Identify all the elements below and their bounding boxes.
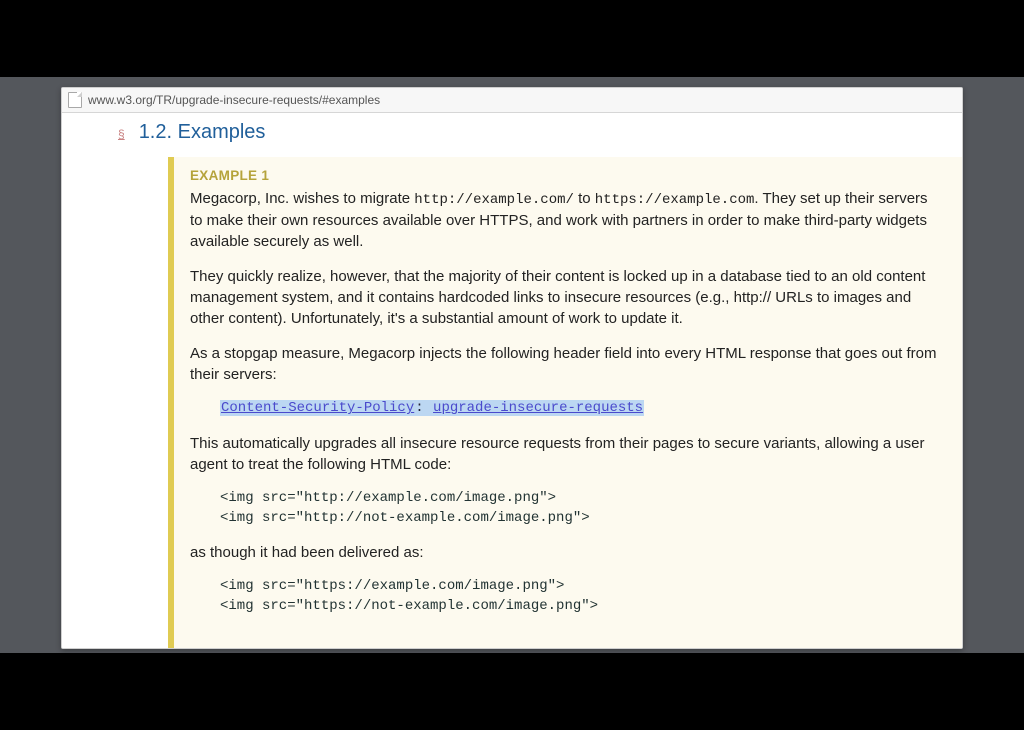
- section-heading: 1.2. Examples: [139, 121, 266, 144]
- section-anchor-link[interactable]: §: [118, 127, 125, 141]
- slide-area: www.w3.org/TR/upgrade-insecure-requests/…: [0, 77, 1024, 653]
- code-inline: http://example.com/: [414, 192, 574, 208]
- example-label: EXAMPLE 1: [190, 167, 940, 186]
- example-paragraph: as though it had been delivered as:: [190, 542, 940, 563]
- letterbox-bottom: [0, 653, 1024, 730]
- text: to: [574, 190, 595, 207]
- browser-window: www.w3.org/TR/upgrade-insecure-requests/…: [61, 87, 963, 649]
- letterbox-top: [0, 0, 1024, 77]
- page-content: § 1.2. Examples EXAMPLE 1 Megacorp, Inc.…: [62, 113, 962, 648]
- example-paragraph: Megacorp, Inc. wishes to migrate http://…: [190, 188, 940, 253]
- code-inline: https://example.com: [595, 192, 755, 208]
- code-after-block: <img src="https://example.com/image.png"…: [220, 577, 940, 616]
- text: Megacorp, Inc. wishes to migrate: [190, 190, 414, 207]
- example-paragraph: As a stopgap measure, Megacorp injects t…: [190, 343, 940, 385]
- example-paragraph: They quickly realize, however, that the …: [190, 266, 940, 329]
- csp-directive-link[interactable]: upgrade-insecure-requests: [432, 400, 644, 416]
- example-paragraph: This automatically upgrades all insecure…: [190, 433, 940, 475]
- page-icon: [68, 92, 82, 108]
- url-bar[interactable]: www.w3.org/TR/upgrade-insecure-requests/…: [62, 88, 962, 113]
- example-box: EXAMPLE 1 Megacorp, Inc. wishes to migra…: [168, 157, 962, 648]
- url-text: www.w3.org/TR/upgrade-insecure-requests/…: [88, 93, 380, 107]
- csp-header-name-link[interactable]: Content-Security-Policy: [220, 400, 415, 416]
- section-heading-row: § 1.2. Examples: [118, 121, 265, 144]
- http-header-codeblock: Content-Security-Policy: upgrade-insecur…: [220, 399, 940, 419]
- text: :: [415, 400, 432, 416]
- code-before-block: <img src="http://example.com/image.png">…: [220, 489, 940, 528]
